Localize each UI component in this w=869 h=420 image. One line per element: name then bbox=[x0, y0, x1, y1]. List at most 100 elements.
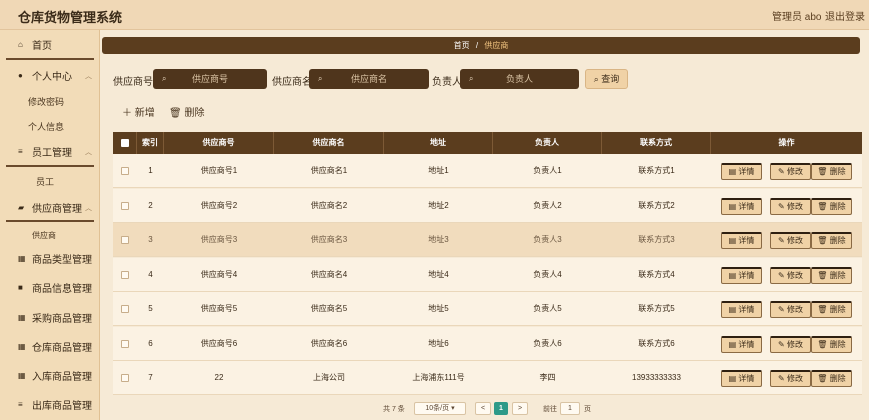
sidebar-item-purchase[interactable]: ▦ 采购商品管理 ﹀ bbox=[0, 303, 100, 332]
detail-button[interactable]: ▤ 详情 bbox=[721, 370, 762, 387]
select-all-checkbox[interactable] bbox=[121, 139, 129, 147]
delete-button[interactable]: 🗑 删除 bbox=[811, 197, 852, 215]
document-icon: ▤ bbox=[728, 374, 739, 383]
column-header[interactable]: 供应商号 bbox=[164, 132, 274, 154]
pencil-icon: ✎ bbox=[778, 305, 787, 314]
column-header[interactable]: 负责人 bbox=[493, 132, 602, 154]
user-icon: ● bbox=[18, 71, 23, 80]
sidebar-subitem-profile[interactable]: 个人信息 bbox=[0, 120, 100, 133]
logout-link[interactable]: 退出登录 bbox=[825, 8, 865, 23]
column-header[interactable]: 联系方式 bbox=[602, 132, 711, 154]
edit-button[interactable]: ✎ 修改 bbox=[770, 370, 811, 387]
chevron-down-icon: ﹀ bbox=[85, 255, 92, 263]
chevron-down-icon: ﹀ bbox=[85, 372, 92, 380]
delete-button[interactable]: 🗑 删除 bbox=[811, 301, 852, 318]
page-size-select[interactable]: 10条/页 ▾ bbox=[414, 402, 466, 415]
edit-button[interactable]: ✎ 修改 bbox=[770, 301, 811, 318]
supplier-name-label: 供应商名 bbox=[272, 77, 312, 88]
table-row[interactable]: 6 供应商号6 供应商名6 地址6 负责人6 联系方式6 ▤ 详情 ✎ 修改 🗑 删除 bbox=[113, 326, 862, 361]
delete-button[interactable]: 🗑 删除 bbox=[811, 266, 852, 284]
table-row[interactable]: 2 供应商号2 供应商名2 地址2 负责人2 联系方式2 ▤ 详情 ✎ 修改 🗑 删除 bbox=[113, 188, 862, 223]
detail-button[interactable]: ▤ 详情 bbox=[721, 232, 762, 249]
sidebar-item-inbound[interactable]: ▦ 入库商品管理 ﹀ bbox=[0, 361, 100, 390]
delete-button[interactable]: 🗑 删除 bbox=[811, 163, 852, 180]
owner-input[interactable]: ⌕ 负责人 bbox=[460, 69, 579, 89]
breadcrumb-home[interactable]: 首页 bbox=[454, 41, 470, 50]
sidebar-item-label: 出库商品管理 bbox=[32, 401, 92, 412]
detail-button[interactable]: ▤ 详情 bbox=[721, 163, 762, 180]
table-header: 索引 供应商号 供应商名 地址 负责人 联系方式 操作 bbox=[113, 132, 862, 154]
search-button[interactable]: ⌕ 查询 bbox=[585, 69, 628, 89]
detail-button[interactable]: ▤ 详情 bbox=[721, 335, 762, 353]
edit-button[interactable]: ✎ 修改 bbox=[770, 335, 811, 353]
column-header[interactable]: 地址 bbox=[384, 132, 493, 154]
breadcrumb-current: 供应商 bbox=[484, 41, 509, 50]
prev-page-button[interactable]: < bbox=[475, 402, 491, 415]
row-checkbox[interactable] bbox=[121, 236, 129, 244]
page-size-value: 10条/页 bbox=[425, 405, 450, 412]
table-cell: 供应商名3 bbox=[310, 235, 348, 244]
table-cell: 供应商号5 bbox=[200, 304, 238, 313]
sidebar-subitem-staff[interactable]: 员工 bbox=[0, 175, 100, 188]
table-cell: 李四 bbox=[539, 373, 556, 382]
edit-button[interactable]: ✎ 修改 bbox=[770, 266, 811, 284]
page-1-button[interactable]: 1 bbox=[494, 402, 508, 415]
table-cell: 供应商号6 bbox=[200, 338, 238, 348]
table-cell: 负责人5 bbox=[533, 304, 562, 313]
document-icon: ▤ bbox=[728, 236, 739, 245]
next-page-button[interactable]: > bbox=[512, 402, 528, 415]
column-header[interactable]: 供应商名 bbox=[274, 132, 384, 154]
pencil-icon: ✎ bbox=[778, 167, 787, 176]
row-checkbox[interactable] bbox=[121, 339, 129, 348]
table-row[interactable]: 7 22 上海公司 上海浦东111号 李四 13933333333 ▤ 详情 ✎ 修改 🗑 删除 bbox=[113, 361, 862, 395]
table-row[interactable]: 4 供应商号4 供应商名4 地址4 负责人4 联系方式4 ▤ 详情 ✎ 修改 🗑 删除 bbox=[113, 257, 862, 292]
table-cell: 供应商号1 bbox=[200, 166, 238, 175]
sidebar: ⌂ 首页 ● 个人中心 ︿ 修改密码 个人信息 ≡ 员工管理 ︿ 员工 ▰ 供应… bbox=[0, 30, 100, 420]
goto-label: 前往 bbox=[543, 406, 557, 413]
detail-button[interactable]: ▤ 详情 bbox=[721, 197, 762, 215]
sidebar-item-warehouse[interactable]: ▦ 仓库商品管理 ﹀ bbox=[0, 332, 100, 361]
row-checkbox[interactable] bbox=[121, 167, 129, 175]
delete-button[interactable]: 🗑 删除 bbox=[811, 370, 852, 387]
table-cell: 13933333333 bbox=[632, 373, 681, 382]
table-row[interactable]: 3 供应商号3 供应商名3 地址3 负责人3 联系方式3 ▤ 详情 ✎ 修改 🗑 删除 bbox=[113, 223, 862, 257]
supplier-name-input[interactable]: ⌕ 供应商名 bbox=[309, 69, 429, 89]
sidebar-item-goods-info[interactable]: ■ 商品信息管理 ﹀ bbox=[0, 273, 100, 302]
add-button[interactable]: ＋ 新增 bbox=[122, 104, 155, 119]
row-checkbox[interactable] bbox=[121, 270, 129, 279]
top-bar: 仓库货物管理系统 管理员 abo 退出登录 bbox=[0, 0, 869, 30]
table-row[interactable]: 5 供应商号5 供应商名5 地址5 负责人5 联系方式5 ▤ 详情 ✎ 修改 🗑 删除 bbox=[113, 292, 862, 326]
delete-button[interactable]: 🗑 删除 bbox=[811, 232, 852, 249]
goto-page-input[interactable]: 1 bbox=[560, 402, 580, 415]
row-checkbox[interactable] bbox=[121, 305, 129, 313]
sidebar-subitem-change-password[interactable]: 修改密码 bbox=[0, 95, 100, 108]
detail-button-label: 详情 bbox=[738, 305, 755, 314]
table-cell: 地址4 bbox=[428, 269, 449, 279]
trash-icon: 🗑 bbox=[817, 201, 830, 211]
table-cell: 供应商名6 bbox=[310, 338, 348, 348]
sidebar-item-staff[interactable]: ≡ 员工管理 ︿ bbox=[0, 137, 100, 166]
batch-delete-button[interactable]: 🗑 删除 bbox=[169, 104, 204, 119]
sidebar-item-goods-type[interactable]: ▦ 商品类型管理 ﹀ bbox=[0, 244, 100, 273]
table-row[interactable]: 1 供应商号1 供应商名1 地址1 负责人1 联系方式1 ▤ 详情 ✎ 修改 🗑 删除 bbox=[113, 154, 862, 188]
column-header[interactable]: 索引 bbox=[137, 132, 164, 154]
sidebar-subitem-supplier[interactable]: 供应商 bbox=[0, 230, 100, 241]
column-header: 操作 bbox=[778, 138, 795, 147]
detail-button[interactable]: ▤ 详情 bbox=[721, 301, 762, 318]
home-icon: ⌂ bbox=[18, 40, 23, 49]
detail-button-label: 详情 bbox=[738, 339, 755, 349]
row-checkbox[interactable] bbox=[121, 201, 129, 210]
edit-button[interactable]: ✎ 修改 bbox=[770, 232, 811, 249]
supplier-code-input[interactable]: ⌕ 供应商号 bbox=[153, 69, 267, 89]
sidebar-item-supplier[interactable]: ▰ 供应商管理 ︿ bbox=[0, 193, 100, 222]
delete-button[interactable]: 🗑 删除 bbox=[811, 335, 852, 353]
chevron-down-icon: ﹀ bbox=[85, 284, 92, 292]
edit-button[interactable]: ✎ 修改 bbox=[770, 197, 811, 215]
detail-button[interactable]: ▤ 详情 bbox=[721, 266, 762, 284]
sidebar-item-outbound[interactable]: ≡ 出库商品管理 ﹀ bbox=[0, 390, 100, 419]
row-checkbox[interactable] bbox=[121, 374, 129, 382]
edit-button[interactable]: ✎ 修改 bbox=[770, 163, 811, 180]
sidebar-item-label: 入库商品管理 bbox=[32, 372, 92, 383]
sidebar-item-home[interactable]: ⌂ 首页 bbox=[0, 30, 100, 59]
sidebar-item-personal[interactable]: ● 个人中心 ︿ bbox=[0, 61, 100, 90]
